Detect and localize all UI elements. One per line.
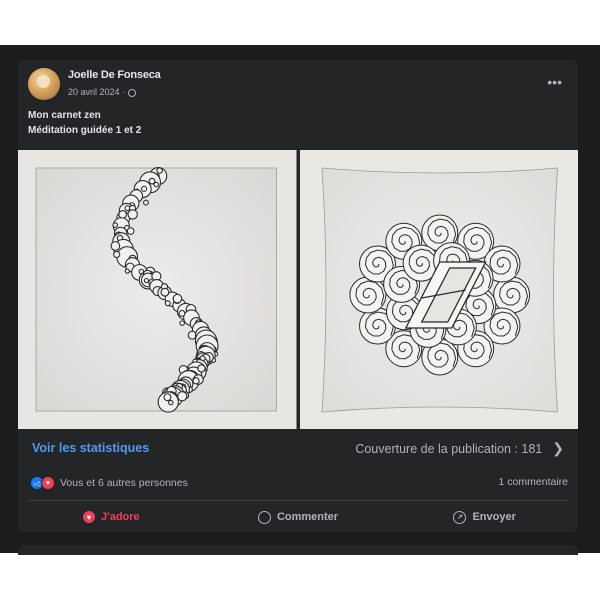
post-coverage[interactable]: Couverture de la publication : 181 ❯ [355, 440, 564, 457]
small-bubble [127, 209, 138, 220]
author-avatar[interactable] [28, 68, 60, 100]
small-bubble [126, 227, 135, 235]
adore-label: J'adore [100, 511, 140, 523]
divider [28, 500, 568, 501]
post-text: Mon carnet zen Méditation guidée 1 et 2 [28, 108, 141, 138]
small-bubble [178, 309, 186, 317]
post-text-line-1: Mon carnet zen [28, 110, 101, 121]
small-bubble [112, 222, 119, 228]
comment-button[interactable]: Commenter [205, 504, 392, 530]
small-bubble [153, 181, 160, 188]
love-reaction-icon: ♥ [41, 476, 55, 490]
reactions-text: Vous et 6 autres personnes [60, 477, 188, 489]
small-bubble [197, 364, 206, 373]
photo-2[interactable] [299, 150, 578, 429]
action-bar: ♥ J'adore Commenter ↗ Envoyer [18, 504, 578, 530]
reactions-summary[interactable]: 👍︎ ♥ Vous et 6 autres personnes [30, 476, 188, 490]
adore-button[interactable]: ♥ J'adore [18, 504, 205, 530]
post-meta: 20 avril 2024 · [68, 87, 137, 97]
small-bubble [172, 293, 183, 304]
small-bubble [110, 241, 121, 251]
zentangle-bubbles-image [18, 150, 297, 429]
small-bubble [143, 199, 149, 206]
small-bubble [192, 377, 200, 385]
small-bubble [177, 391, 188, 402]
author-name[interactable]: Joelle De Fonseca [68, 69, 161, 81]
spiral-lobe [348, 276, 386, 314]
small-bubble [113, 250, 121, 259]
heart-icon: ♥ [82, 511, 95, 523]
zentangle-spirals-image [299, 150, 578, 429]
share-button[interactable]: ↗ Envoyer [391, 504, 578, 530]
small-bubble [164, 300, 171, 307]
small-bubble [118, 210, 128, 219]
small-bubble [143, 277, 150, 284]
comments-count[interactable]: 1 commentaire [499, 476, 568, 488]
small-bubble [163, 393, 172, 402]
post-text-line-2: Méditation guidée 1 et 2 [28, 125, 142, 136]
small-bubble [140, 185, 148, 192]
post-card: Joelle De Fonseca 20 avril 2024 · ••• Mo… [18, 60, 578, 532]
comment-icon [257, 510, 271, 524]
photo-1[interactable] [18, 150, 297, 429]
next-post-card [18, 545, 578, 555]
globe-icon [128, 89, 137, 97]
small-bubble [156, 167, 163, 174]
post-date[interactable]: 20 avril 2024 · [68, 87, 125, 97]
post-coverage-text: Couverture de la publication : 181 [355, 441, 543, 456]
chevron-right-icon: ❯ [552, 440, 564, 456]
small-bubble [124, 268, 130, 274]
small-bubble [168, 399, 174, 406]
small-bubble [160, 287, 170, 297]
small-bubble [179, 320, 185, 326]
messenger-icon: ↗ [453, 510, 467, 524]
more-options-button[interactable]: ••• [547, 74, 562, 90]
share-label: Envoyer [472, 511, 516, 523]
view-statistics-link[interactable]: Voir les statistiques [32, 441, 149, 455]
spiral-lobe [492, 276, 530, 314]
comment-label: Commenter [276, 511, 339, 523]
photo-grid [18, 150, 578, 429]
